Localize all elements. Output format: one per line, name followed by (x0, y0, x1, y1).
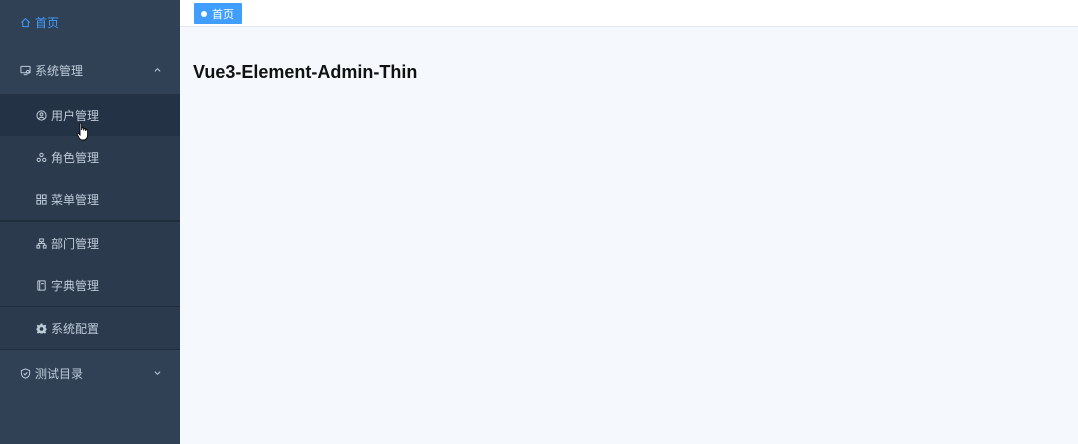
department-icon (35, 237, 47, 249)
sidebar-item-label: 角色管理 (51, 150, 100, 165)
sidebar-item-label: 用户管理 (51, 108, 100, 123)
sidebar-item-system-config[interactable]: 系统配置 (0, 307, 180, 349)
dictionary-icon (35, 279, 47, 291)
gear-icon (35, 322, 47, 334)
sidebar-item-roles[interactable]: 角色管理 (0, 136, 180, 178)
shield-icon (19, 367, 31, 379)
sidebar-item-dictionary[interactable]: 字典管理 (0, 264, 180, 306)
app-root: 首页 系统管理 用户管理 角色管理 菜单管理 部门管理 字典管理 系统配置 测试… (0, 0, 1078, 444)
menu-grid-icon (35, 193, 47, 205)
sidebar: 首页 系统管理 用户管理 角色管理 菜单管理 部门管理 字典管理 系统配置 测试… (0, 0, 180, 444)
role-icon (35, 151, 47, 163)
sidebar-item-label: 系统配置 (51, 321, 100, 336)
sidebar-item-label: 菜单管理 (51, 192, 100, 207)
sidebar-item-home[interactable]: 首页 (0, 0, 180, 44)
monitor-icon (19, 64, 31, 76)
main-content: Vue3-Element-Admin-Thin (180, 27, 1078, 444)
sidebar-item-users[interactable]: 用户管理 (0, 94, 180, 136)
sidebar-item-label: 字典管理 (51, 278, 100, 293)
home-icon (19, 16, 31, 28)
chevron-down-icon (154, 371, 161, 376)
chevron-up-icon (154, 67, 161, 72)
tag-label: 首页 (212, 7, 234, 21)
sidebar-item-label: 部门管理 (51, 236, 100, 251)
tag-home[interactable]: 首页 (194, 3, 242, 24)
tags-view-bar: 首页 (180, 0, 1078, 27)
sidebar-submenu-system[interactable]: 系统管理 (0, 48, 180, 92)
user-icon (35, 109, 47, 121)
sidebar-submenu-test[interactable]: 测试目录 (0, 351, 180, 395)
sidebar-item-label: 系统管理 (35, 63, 84, 78)
sidebar-item-label: 测试目录 (35, 366, 84, 381)
active-dot-icon (201, 10, 207, 17)
sidebar-item-menus[interactable]: 菜单管理 (0, 178, 180, 220)
sidebar-item-label: 首页 (35, 15, 60, 30)
sidebar-item-departments[interactable]: 部门管理 (0, 222, 180, 264)
page-title: Vue3-Element-Admin-Thin (193, 62, 418, 82)
